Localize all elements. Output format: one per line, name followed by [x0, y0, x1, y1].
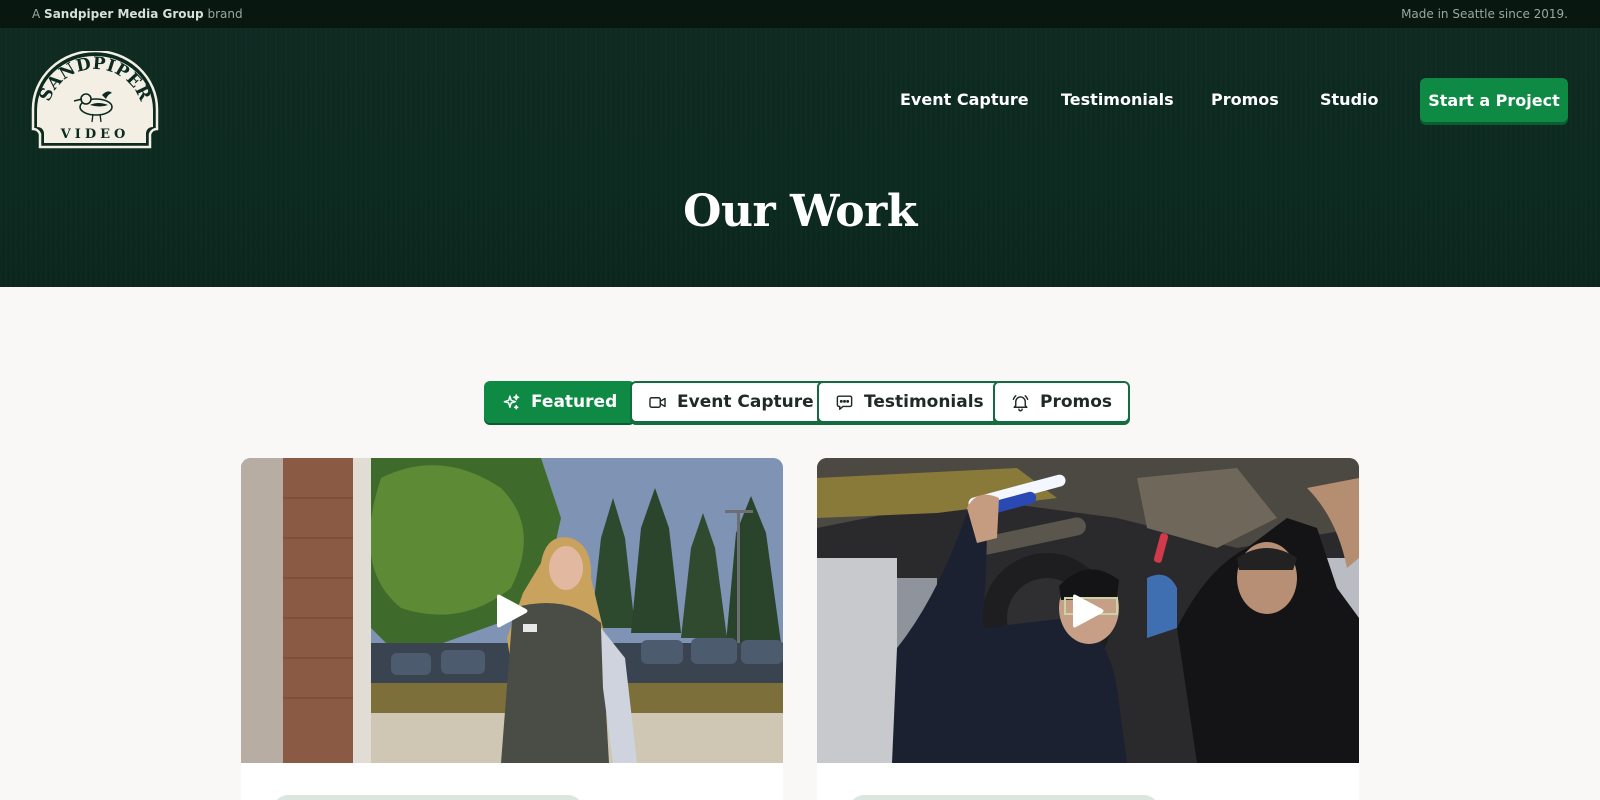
brand-prefix: A — [32, 7, 41, 21]
main-nav: Event Capture Testimonials Promos Studio — [0, 87, 1600, 113]
tagline: Made in Seattle since 2019. — [1401, 7, 1568, 21]
brand-bar: A Sandpiper Media Group brand Made in Se… — [0, 0, 1600, 28]
video-card[interactable] — [817, 458, 1359, 800]
svg-text:VIDEO: VIDEO — [60, 127, 130, 142]
video-thumbnail[interactable] — [817, 458, 1359, 763]
video-camera-icon — [649, 396, 666, 408]
sparkles-icon — [503, 393, 520, 410]
page-title: Our Work — [683, 186, 917, 237]
category-filters: Featured Event Capture Testimonials Prom… — [0, 381, 1600, 425]
chat-bubble-icon — [836, 394, 853, 410]
parent-brand-line: A Sandpiper Media Group brand — [32, 7, 243, 21]
nav-promos[interactable]: Promos — [1211, 87, 1279, 113]
card-tag — [849, 795, 1159, 800]
hero-section — [0, 28, 1600, 287]
card-tag — [273, 795, 583, 800]
nav-event-capture[interactable]: Event Capture — [900, 87, 1029, 113]
filter-label: Promos — [1040, 392, 1113, 412]
video-thumbnail[interactable] — [241, 458, 783, 763]
video-card[interactable] — [241, 458, 783, 800]
nav-studio[interactable]: Studio — [1320, 87, 1379, 113]
play-icon[interactable] — [1070, 592, 1106, 630]
filter-label: Event Capture — [677, 392, 814, 412]
filter-event-capture[interactable]: Event Capture — [630, 381, 832, 423]
start-project-button[interactable]: Start a Project — [1420, 78, 1568, 122]
filter-promos[interactable]: Promos — [993, 381, 1131, 423]
filter-testimonials[interactable]: Testimonials — [817, 381, 1002, 423]
bell-icon — [1012, 394, 1029, 411]
brand-suffix: brand — [207, 7, 243, 21]
nav-testimonials[interactable]: Testimonials — [1061, 87, 1174, 113]
parent-brand-name[interactable]: Sandpiper Media Group — [44, 7, 204, 21]
play-icon[interactable] — [494, 592, 530, 630]
filter-label: Testimonials — [864, 392, 984, 412]
filter-label: Featured — [531, 392, 618, 412]
filter-featured[interactable]: Featured — [484, 381, 636, 423]
